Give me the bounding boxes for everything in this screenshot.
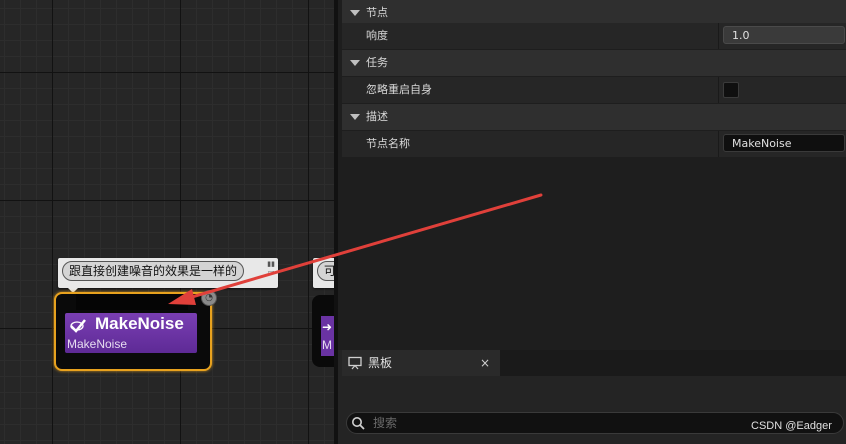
blackboard-tab-bar: 黑板 × — [342, 350, 846, 376]
loudness-input[interactable]: 1.0 — [723, 26, 845, 44]
property-label: 响度 — [366, 29, 388, 42]
second-node-subtitle: M — [322, 338, 332, 352]
behavior-tree-graph[interactable]: 跟直接创建噪音的效果是一样的 ▮▮ ▭ MakeNoise MakeNoise ◔… — [0, 0, 334, 444]
category-label: 描述 — [366, 110, 388, 123]
tab-label: 黑板 — [368, 356, 393, 370]
details-panel: 节点 响度 1.0 任务 忽略重启自身 描述 节点名称 MakeNoise — [334, 0, 846, 350]
node-comment-bubble[interactable]: 跟直接创建噪音的效果是一样的 ▮▮ ▭ — [58, 258, 278, 293]
property-row-loudness: 响度 1.0 — [342, 23, 846, 49]
property-label: 节点名称 — [366, 137, 410, 150]
property-row-ignore-restart-self: 忽略重启自身 — [342, 77, 846, 103]
node-subtitle: MakeNoise — [67, 337, 128, 351]
node-title: MakeNoise — [95, 314, 184, 333]
blackboard-tab[interactable]: 黑板 × — [342, 350, 500, 376]
node-comment-text: 跟直接创建噪音的效果是一样的 — [62, 261, 245, 281]
column-divider[interactable] — [718, 131, 719, 157]
category-task[interactable]: 任务 — [342, 50, 846, 76]
makenoise-task-node[interactable]: MakeNoise MakeNoise ◔ — [54, 290, 217, 371]
collapse-arrow-icon[interactable] — [350, 60, 360, 66]
search-placeholder: 搜索 — [373, 416, 398, 430]
node-input-pin-area[interactable] — [76, 294, 188, 310]
column-divider[interactable] — [718, 23, 719, 49]
category-label: 任务 — [366, 56, 388, 69]
search-icon — [352, 417, 365, 430]
task-checkmark-icon — [70, 319, 86, 333]
node-name-input[interactable]: MakeNoise — [723, 134, 845, 152]
node-comment-text-2: 可 — [317, 261, 334, 281]
second-node-arrow-icon: ➜ — [322, 320, 333, 334]
second-node-title-bar[interactable]: ➜ M — [321, 316, 334, 356]
comment-pin-icon[interactable]: ▮▮ ▭ — [267, 260, 275, 276]
watermark: CSDN @Eadger — [751, 420, 832, 432]
collapse-arrow-icon[interactable] — [350, 114, 360, 120]
node-title-bar[interactable]: MakeNoise MakeNoise — [65, 313, 197, 353]
ignore-restart-self-checkbox[interactable] — [723, 82, 739, 98]
property-row-node-name: 节点名称 MakeNoise — [342, 131, 846, 157]
column-divider[interactable] — [718, 77, 719, 103]
category-description[interactable]: 描述 — [342, 104, 846, 130]
second-task-node[interactable]: ➜ M — [312, 295, 334, 367]
node-comment-bubble-2[interactable]: 可 — [313, 258, 334, 288]
close-icon[interactable]: × — [480, 350, 490, 376]
collapse-arrow-icon[interactable] — [350, 10, 360, 16]
blackboard-icon — [348, 356, 362, 370]
node-index-badge: ◔ — [201, 290, 217, 306]
property-label: 忽略重启自身 — [366, 83, 432, 96]
